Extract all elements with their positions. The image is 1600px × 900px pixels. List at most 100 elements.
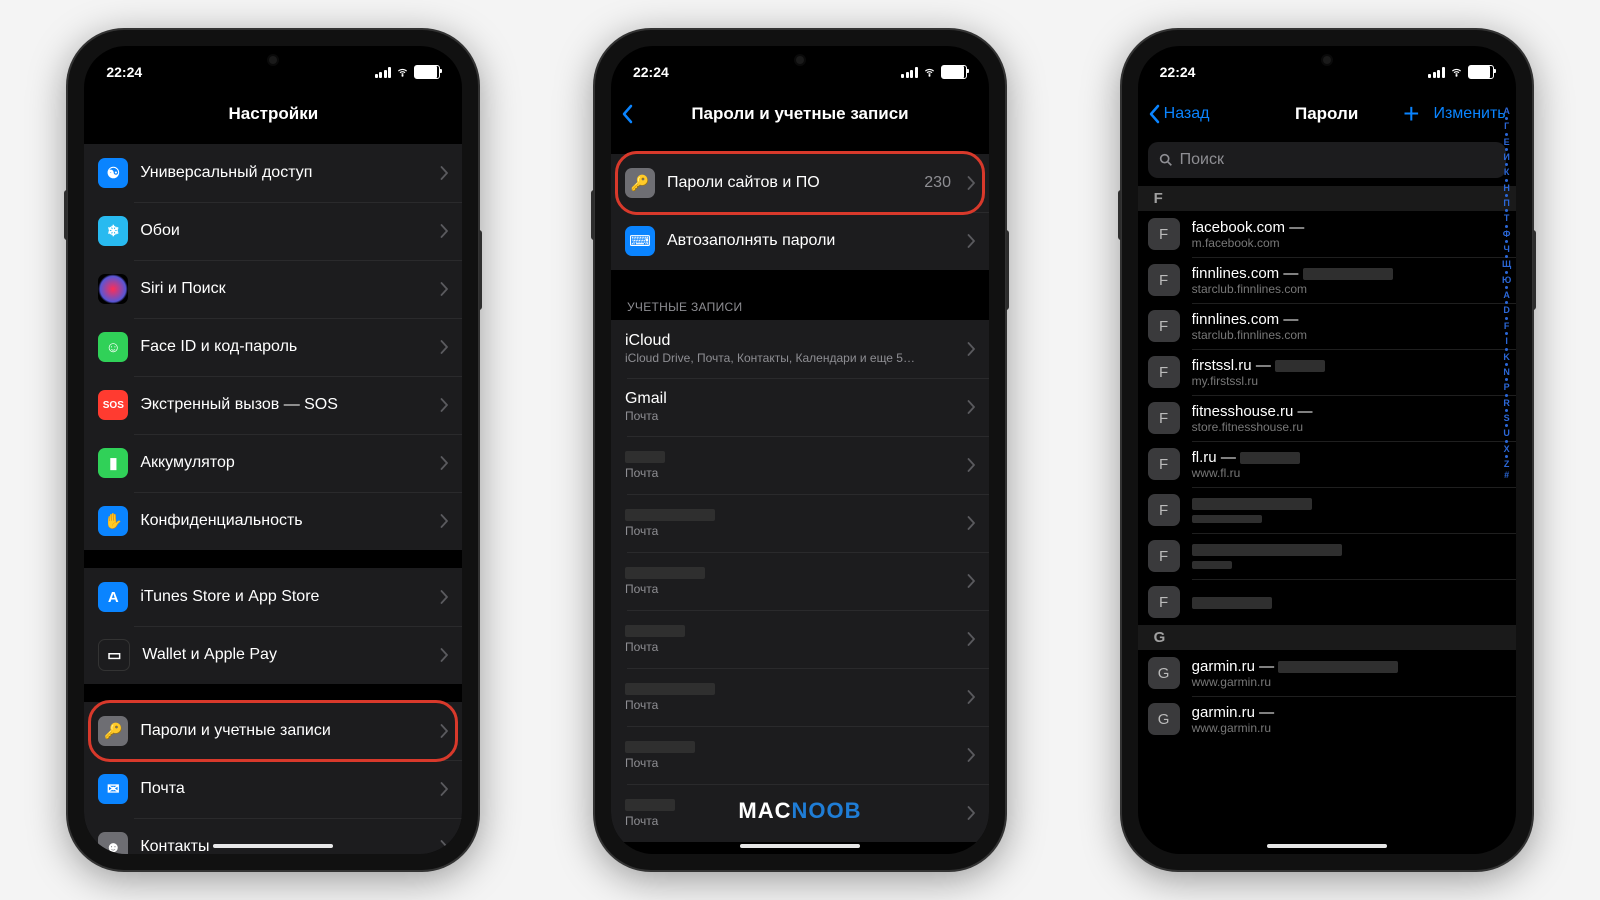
- settings-row-appstore[interactable]: AiTunes Store и App Store: [84, 568, 462, 626]
- chevron-right-icon: [440, 840, 448, 854]
- signal-icon: [901, 67, 918, 78]
- row-label: Wallet и Apple Pay: [142, 646, 277, 663]
- wallet-icon: ▭: [98, 639, 130, 671]
- password-title: fitnesshouse.ru —: [1192, 403, 1506, 420]
- password-row[interactable]: Ffl.ru — www.fl.ru: [1138, 441, 1516, 487]
- password-title: [1192, 541, 1506, 558]
- settings-row-accessibility[interactable]: ☯Универсальный доступ: [84, 144, 462, 202]
- chevron-right-icon: [440, 398, 448, 412]
- chevron-right-icon: [440, 514, 448, 528]
- row-label: Почта: [140, 780, 184, 797]
- site-letter-icon: F: [1148, 448, 1180, 480]
- row-label: Siri и Поиск: [140, 280, 225, 297]
- password-sub: store.fitnesshouse.ru: [1192, 420, 1506, 434]
- settings-row-privacy[interactable]: ✋Конфиденциальность: [84, 492, 462, 550]
- chevron-right-icon: [440, 224, 448, 238]
- account-row[interactable]: Почта: [611, 436, 989, 494]
- password-row[interactable]: Ffinnlines.com — starclub.finnlines.com: [1138, 257, 1516, 303]
- settings-row-mail[interactable]: ✉Почта: [84, 760, 462, 818]
- faceid-icon: ☺: [98, 332, 128, 362]
- notch: [1237, 46, 1417, 74]
- account-row[interactable]: Почта: [611, 610, 989, 668]
- search-input[interactable]: Поиск: [1148, 142, 1506, 178]
- password-sub: www.garmin.ru: [1192, 721, 1506, 735]
- home-indicator: [1267, 844, 1387, 848]
- section-header: G: [1138, 625, 1516, 650]
- settings-row-wallpaper[interactable]: ❄Обои: [84, 202, 462, 260]
- password-sub: starclub.finnlines.com: [1192, 282, 1506, 296]
- site-letter-icon: F: [1148, 402, 1180, 434]
- password-row[interactable]: F: [1138, 533, 1516, 579]
- account-title: iCloud: [625, 332, 670, 349]
- row-label: iTunes Store и App Store: [140, 588, 319, 605]
- site-letter-icon: F: [1148, 218, 1180, 250]
- wallpaper-icon: ❄: [98, 216, 128, 246]
- settings-row-passwords[interactable]: 🔑Пароли и учетные записи: [84, 702, 462, 760]
- privacy-icon: ✋: [98, 506, 128, 536]
- search-icon: [1158, 152, 1174, 168]
- settings-row-wallet[interactable]: ▭ Wallet и Apple Pay: [84, 626, 462, 684]
- edit-button[interactable]: Изменить: [1433, 105, 1505, 123]
- add-button[interactable]: +: [1403, 100, 1419, 128]
- alpha-index[interactable]: АГЕИКНПТФЧЩЮADFIKNPRSUXZ#: [1500, 136, 1514, 842]
- site-letter-icon: F: [1148, 494, 1180, 526]
- password-title: garmin.ru —: [1192, 658, 1506, 675]
- row-label: Автозаполнять пароли: [667, 232, 835, 249]
- contacts-icon: ☻: [98, 832, 128, 854]
- password-title: finnlines.com —: [1192, 265, 1506, 282]
- page-title: Пароли и учетные записи: [691, 104, 908, 124]
- password-sub: m.facebook.com: [1192, 236, 1506, 250]
- password-title: [1192, 594, 1506, 611]
- password-row[interactable]: F: [1138, 487, 1516, 533]
- settings-row-sos[interactable]: SOSЭкстренный вызов — SOS: [84, 376, 462, 434]
- account-row[interactable]: Почта: [611, 668, 989, 726]
- settings-row-faceid[interactable]: ☺Face ID и код-пароль: [84, 318, 462, 376]
- password-row[interactable]: Ffinnlines.com —starclub.finnlines.com: [1138, 303, 1516, 349]
- password-title: garmin.ru —: [1192, 704, 1506, 721]
- keyboard-icon: ⌨: [625, 226, 655, 256]
- password-row[interactable]: Ggarmin.ru — www.garmin.ru: [1138, 650, 1516, 696]
- account-sub: Почта: [625, 409, 955, 425]
- account-sub: iCloud Drive, Почта, Контакты, Календари…: [625, 351, 955, 367]
- settings-row-battery[interactable]: ▮Аккумулятор: [84, 434, 462, 492]
- page-title: Пароли: [1295, 104, 1358, 124]
- passwords-icon: 🔑: [98, 716, 128, 746]
- chevron-right-icon: [440, 724, 448, 738]
- account-row[interactable]: Почта: [611, 552, 989, 610]
- page-title: Настройки: [228, 104, 318, 124]
- password-row[interactable]: Ffacebook.com —m.facebook.com: [1138, 211, 1516, 257]
- site-letter-icon: F: [1148, 540, 1180, 572]
- row-label: Аккумулятор: [140, 454, 234, 471]
- signal-icon: [375, 67, 392, 78]
- row-keyboard[interactable]: ⌨ Автозаполнять пароли: [611, 212, 989, 270]
- password-row[interactable]: Ffitnesshouse.ru —store.fitnesshouse.ru: [1138, 395, 1516, 441]
- battery-icon: [1468, 65, 1494, 79]
- account-row[interactable]: Почта: [611, 726, 989, 784]
- back-button[interactable]: Назад: [1148, 104, 1210, 124]
- site-letter-icon: F: [1148, 356, 1180, 388]
- account-title: Gmail: [625, 390, 667, 407]
- chevron-right-icon: [440, 456, 448, 470]
- site-letter-icon: F: [1148, 264, 1180, 296]
- settings-row-contacts[interactable]: ☻ Контакты: [84, 818, 462, 854]
- row-key[interactable]: 🔑Пароли сайтов и ПО230: [611, 154, 989, 212]
- account-row[interactable]: Почта: [611, 494, 989, 552]
- account-row[interactable]: iCloud iCloud Drive, Почта, Контакты, Кал…: [611, 320, 989, 378]
- password-row[interactable]: Ggarmin.ru —www.garmin.ru: [1138, 696, 1516, 742]
- site-letter-icon: G: [1148, 703, 1180, 735]
- password-sub: [1192, 512, 1506, 526]
- notch: [183, 46, 363, 74]
- watermark: MACNOOB: [611, 798, 989, 824]
- phone-passwords-list: 22:24 Назад Пароли + Изменить Поиск: [1122, 30, 1532, 870]
- battery-icon: [941, 65, 967, 79]
- wifi-icon: [395, 67, 410, 78]
- back-button[interactable]: [621, 104, 633, 124]
- password-row[interactable]: F: [1138, 579, 1516, 625]
- settings-row-siri[interactable]: Siri и Поиск: [84, 260, 462, 318]
- account-row[interactable]: Gmail Почта: [611, 378, 989, 436]
- password-row[interactable]: Ffirstssl.ru — my.firstssl.ru: [1138, 349, 1516, 395]
- chevron-right-icon: [967, 632, 975, 646]
- chevron-right-icon: [440, 166, 448, 180]
- row-label: Контакты: [140, 838, 209, 854]
- password-sub: [1192, 558, 1506, 572]
